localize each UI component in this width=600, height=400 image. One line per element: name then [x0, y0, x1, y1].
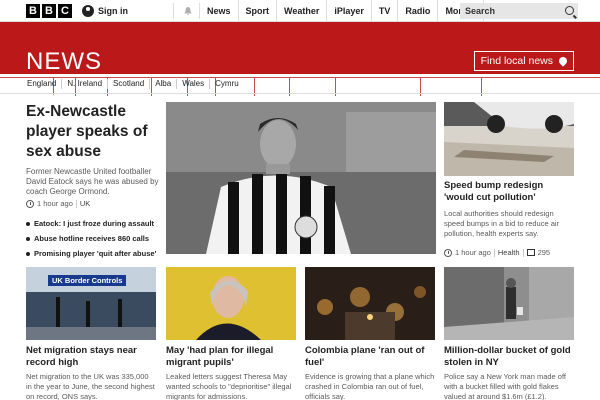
border-control-image[interactable]: UK Border Controls — [26, 267, 156, 340]
bullet-icon — [26, 221, 30, 226]
subnav-scotland[interactable]: Scotland — [108, 79, 151, 89]
related-links: Eatock: I just froze during assault Abus… — [26, 216, 166, 261]
card-headline[interactable]: Colombia plane 'ran out of fuel' — [305, 345, 435, 369]
related-link-label: Promising player 'quit after abuse' — [34, 249, 157, 258]
subnav-n-ireland[interactable]: N. Ireland — [62, 79, 109, 89]
topnav-tv[interactable]: TV — [372, 0, 399, 22]
logo-letter: B — [26, 4, 40, 18]
topnav-weather[interactable]: Weather — [277, 0, 328, 22]
lead-meta: 1 hour ago UK — [26, 199, 90, 208]
news-title[interactable]: NEWS — [26, 48, 102, 76]
region-subnav: England N. Ireland Scotland Alba Wales C… — [0, 74, 600, 94]
signin-label: Sign in — [98, 6, 128, 16]
comments-icon — [526, 249, 535, 256]
topnav-news[interactable]: News — [200, 0, 239, 22]
subnav-alba[interactable]: Alba — [150, 79, 178, 89]
meta-divider — [522, 248, 524, 257]
topnav-sport[interactable]: Sport — [239, 0, 278, 22]
subnav-wales[interactable]: Wales — [177, 79, 211, 89]
related-link-label: Abuse hotline receives 860 calls — [34, 234, 150, 243]
subnav-cymru[interactable]: Cymru — [210, 79, 244, 89]
meta-divider — [75, 199, 77, 208]
clock-icon — [26, 199, 34, 208]
related-link-label: Eatock: I just froze during assault — [34, 219, 155, 228]
user-icon — [82, 5, 94, 17]
logo-letter: B — [42, 4, 56, 18]
theresa-may-image[interactable] — [166, 267, 296, 340]
speed-bump-image[interactable] — [444, 102, 574, 176]
story-card[interactable]: Million-dollar bucket of gold stolen in … — [444, 267, 574, 400]
topnav-iplayer[interactable]: iPlayer — [327, 0, 372, 22]
right-story-time: 1 hour ago — [455, 248, 491, 257]
news-header: NEWS Find local news Home UK World Busin… — [0, 22, 600, 96]
story-card[interactable]: UK Border Controls Net migration stays n… — [26, 267, 156, 400]
logo-letter: C — [58, 4, 72, 18]
lead-section-link[interactable]: UK — [80, 199, 90, 208]
gold-theft-image[interactable] — [444, 267, 574, 340]
find-local-label: Find local news — [480, 55, 553, 67]
comment-count[interactable]: 295 — [538, 248, 551, 257]
card-headline[interactable]: Million-dollar bucket of gold stolen in … — [444, 345, 574, 369]
right-story-summary: Local authorities should redesign speed … — [444, 209, 560, 238]
top-nav: News Sport Weather iPlayer TV Radio More — [200, 0, 484, 22]
subnav-england[interactable]: England — [22, 79, 63, 89]
bbc-logo[interactable]: B B C — [26, 4, 72, 18]
card-summary: Evidence is growing that a plane which c… — [305, 372, 435, 400]
bullet-icon — [26, 251, 30, 256]
right-story-meta: 1 hour ago Health 295 — [444, 248, 550, 257]
meta-divider — [493, 248, 495, 257]
bullet-icon — [26, 236, 30, 241]
card-headline[interactable]: May 'had plan for illegal migrant pupils… — [166, 345, 296, 369]
signin-button[interactable]: Sign in — [82, 3, 174, 19]
lead-time: 1 hour ago — [37, 199, 73, 208]
related-link[interactable]: Promising player 'quit after abuse' — [26, 246, 166, 261]
story-card[interactable]: May 'had plan for illegal migrant pupils… — [166, 267, 296, 400]
lead-headline[interactable]: Ex-Newcastle player speaks of sex abuse — [26, 102, 161, 162]
search-placeholder: Search — [465, 6, 496, 16]
find-local-news-button[interactable]: Find local news — [473, 51, 574, 71]
location-pin-icon — [557, 55, 569, 67]
card-summary: Police say a New York man made off with … — [444, 372, 567, 400]
image-sign-label: UK Border Controls — [48, 275, 127, 286]
search-input[interactable]: Search — [460, 3, 578, 19]
clock-icon — [444, 248, 452, 257]
search-icon[interactable] — [565, 6, 574, 15]
right-story-section-link[interactable]: Health — [498, 248, 520, 257]
related-link[interactable]: Eatock: I just froze during assault — [26, 216, 166, 231]
right-story-headline[interactable]: Speed bump redesign 'would cut pollution… — [444, 180, 574, 204]
notifications-bell-icon[interactable] — [176, 3, 200, 19]
lead-image[interactable] — [166, 102, 436, 254]
bbc-top-bar: B B C Sign in News Sport Weather iPlayer… — [0, 0, 600, 22]
card-headline[interactable]: Net migration stays near record high — [26, 345, 156, 369]
card-summary: Net migration to the UK was 335,000 in t… — [26, 372, 155, 400]
story-card[interactable]: Colombia plane 'ran out of fuel' Evidenc… — [305, 267, 435, 400]
lead-summary: Former Newcastle United footballer David… — [26, 167, 159, 196]
related-link[interactable]: Abuse hotline receives 860 calls — [26, 231, 166, 246]
card-summary: Leaked letters suggest Theresa May wante… — [166, 372, 292, 400]
colombia-vigil-image[interactable] — [305, 267, 435, 340]
topnav-radio[interactable]: Radio — [398, 0, 439, 22]
